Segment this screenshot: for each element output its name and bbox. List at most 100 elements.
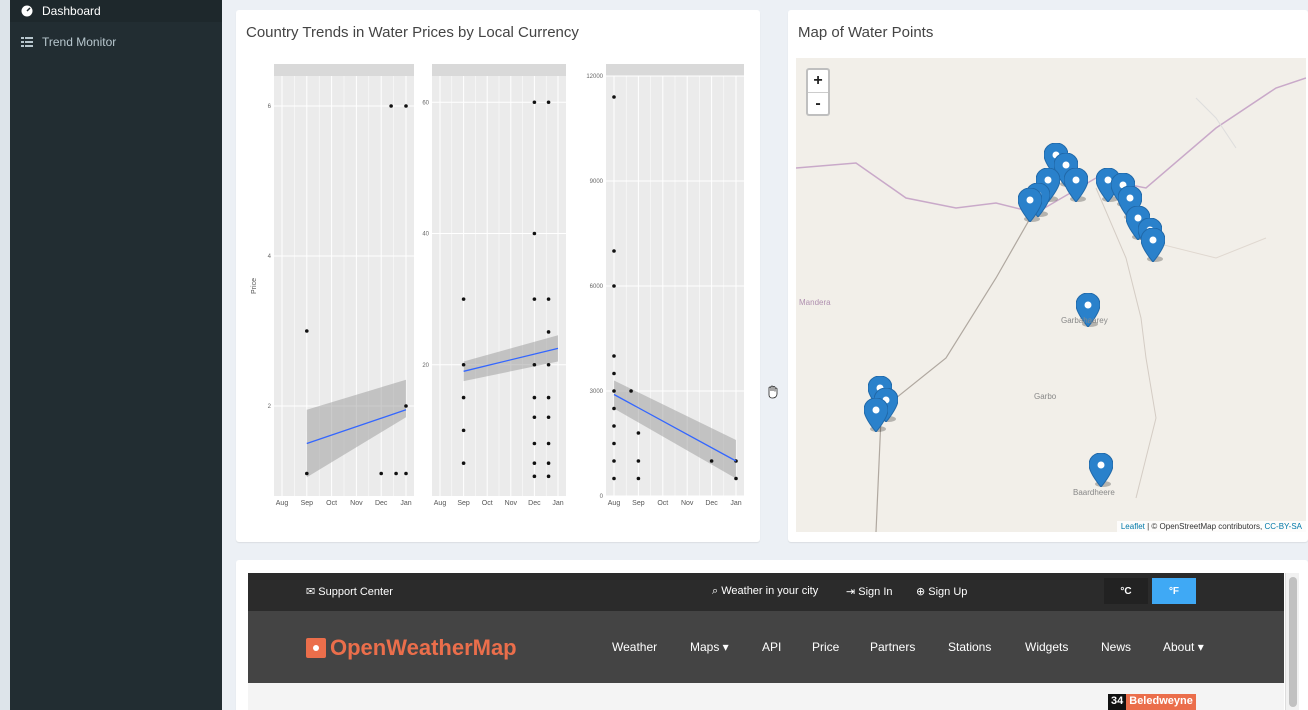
y-axis-title: Price (251, 278, 258, 294)
city-name: Beledweyne (1126, 694, 1196, 710)
owm-topbar: ✉ Support Center ⌕ Weather in your city … (248, 573, 1284, 611)
x-tick-label: Nov (350, 500, 363, 507)
facet-strip (432, 64, 566, 76)
map-marker-icon[interactable] (863, 397, 889, 433)
data-point (461, 428, 466, 433)
data-point (636, 459, 641, 463)
data-point (404, 471, 408, 476)
data-point (532, 100, 537, 105)
zoom-control: + - (806, 68, 830, 116)
y-tick-label: 9000 (590, 179, 604, 185)
nav-maps[interactable]: Maps ▾ (690, 640, 729, 654)
map-marker-icon[interactable] (1063, 167, 1089, 203)
data-point (612, 284, 616, 288)
y-tick-label: 4 (268, 254, 272, 260)
search-icon: ⌕ (712, 585, 722, 597)
owm-logo[interactable]: OpenWeatherMap (306, 635, 517, 661)
celsius-button[interactable]: °C (1104, 578, 1148, 604)
osm-attribution: © OpenStreetMap contributors, (1151, 522, 1263, 531)
data-point (305, 471, 309, 476)
nav-weather[interactable]: Weather (612, 640, 657, 654)
x-tick-label: Jan (552, 500, 563, 507)
x-tick-label: Nov (505, 500, 518, 507)
y-tick-label: 2 (268, 404, 272, 410)
facet-strip (606, 64, 744, 76)
support-center-link[interactable]: ✉ Support Center (306, 585, 393, 598)
x-tick-label: Aug (276, 500, 289, 507)
sign-up-icon: ⊕ (916, 586, 929, 598)
data-point (629, 389, 633, 393)
map-title: Map of Water Points (798, 24, 934, 41)
data-point (546, 330, 551, 334)
x-tick-label: Sep (632, 500, 645, 507)
sign-in-link[interactable]: ⇥ Sign In (846, 585, 893, 598)
sidebar-item-trend-monitor[interactable]: Trend Monitor (10, 26, 222, 58)
weather-city-link[interactable]: ⌕ Weather in your city (712, 585, 818, 598)
x-tick-label: Nov (681, 500, 694, 507)
y-tick-label: 0 (600, 494, 604, 500)
data-point (404, 104, 408, 108)
data-point (612, 424, 616, 428)
fahrenheit-button[interactable]: °F (1152, 578, 1196, 604)
sign-in-icon: ⇥ (846, 586, 859, 598)
x-tick-label: Oct (326, 500, 337, 507)
map-marker-icon[interactable] (1017, 187, 1043, 223)
map-marker-icon[interactable] (1140, 227, 1166, 263)
license-link[interactable]: CC-BY-SA (1265, 522, 1303, 531)
data-point (461, 395, 466, 400)
y-tick-label: 40 (422, 232, 429, 238)
city-temperature: 34 (1108, 694, 1127, 710)
data-point (612, 389, 616, 393)
nav-api[interactable]: API (762, 640, 781, 654)
nav-price[interactable]: Price (812, 640, 839, 654)
x-tick-label: Oct (482, 500, 493, 507)
data-point (532, 297, 537, 301)
grid-icon (20, 36, 34, 48)
y-tick-label: 6000 (590, 284, 604, 290)
data-point (612, 95, 616, 99)
nav-stations[interactable]: Stations (948, 640, 991, 654)
city-badge[interactable]: 34 Beledweyne (1108, 694, 1196, 710)
map-label-garbo: Garbo (1034, 392, 1057, 401)
data-point (461, 461, 466, 465)
data-point (532, 461, 537, 465)
x-tick-label: Jan (400, 500, 411, 507)
data-point (461, 362, 466, 367)
data-point (612, 459, 616, 463)
x-tick-label: Jan (730, 500, 741, 507)
x-tick-label: Oct (657, 500, 668, 507)
leaflet-link[interactable]: Leaflet (1121, 522, 1145, 531)
y-tick-label: 12000 (586, 74, 603, 80)
map-canvas[interactable]: + - Garbahaarey Garbo Mandera Baardheere… (796, 58, 1306, 532)
zoom-in-button[interactable]: + (808, 70, 828, 92)
sidebar-item-label: Trend Monitor (42, 35, 117, 49)
data-point (546, 415, 551, 420)
embed-scrollbar[interactable] (1285, 573, 1299, 710)
data-point (546, 441, 551, 446)
map-roads (796, 77, 1306, 532)
nav-news[interactable]: News (1101, 640, 1131, 654)
zoom-out-button[interactable]: - (808, 92, 828, 114)
data-point (612, 406, 616, 411)
map-label-garbahaarey: Garbahaarey (1061, 316, 1108, 325)
x-tick-label: Sep (301, 500, 314, 507)
scrollbar-thumb[interactable] (1289, 577, 1297, 707)
nav-widgets[interactable]: Widgets (1025, 640, 1068, 654)
y-tick-label: 6 (268, 104, 272, 110)
data-point (612, 354, 616, 358)
openweathermap-embed: ✉ Support Center ⌕ Weather in your city … (248, 573, 1284, 710)
map-marker-icon[interactable] (1088, 452, 1114, 488)
sidebar-item-dashboard[interactable]: Dashboard (10, 0, 222, 22)
data-point (546, 474, 551, 479)
screen: Dashboard Trend Monitor Country Trends i… (0, 0, 1308, 710)
data-point (546, 100, 551, 105)
sign-up-link[interactable]: ⊕ Sign Up (916, 585, 967, 598)
map-box: Map of Water Points + - Garbahaarey Garb… (788, 10, 1308, 542)
x-tick-label: Sep (457, 500, 470, 507)
data-point (546, 395, 551, 400)
nav-partners[interactable]: Partners (870, 640, 915, 654)
data-point (532, 231, 537, 236)
nav-about[interactable]: About ▾ (1163, 640, 1204, 654)
data-point (532, 362, 537, 367)
x-tick-label: Aug (434, 500, 447, 507)
